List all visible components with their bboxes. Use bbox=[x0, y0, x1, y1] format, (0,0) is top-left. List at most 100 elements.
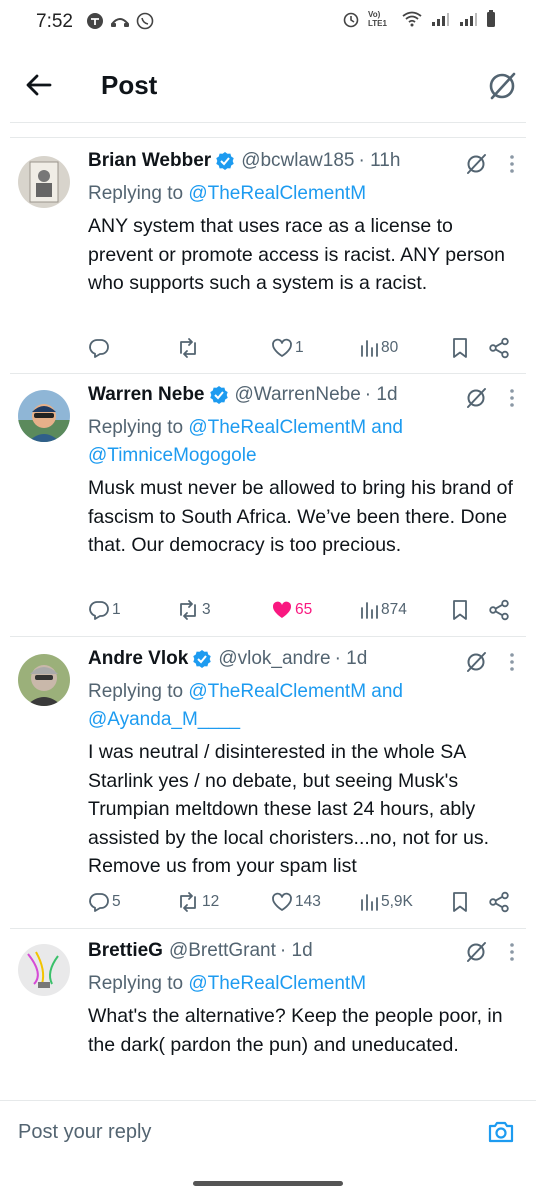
repost-count: 12 bbox=[202, 893, 220, 910]
user-handle[interactable]: @WarrenNebe bbox=[235, 384, 361, 406]
replying-to: Replying to @TheRealClementM bbox=[88, 970, 522, 998]
share-button[interactable] bbox=[488, 888, 510, 916]
share-button[interactable] bbox=[488, 596, 510, 624]
header-divider bbox=[10, 122, 526, 123]
display-name[interactable]: Warren Nebe bbox=[88, 384, 205, 406]
grok-explain-icon[interactable] bbox=[464, 152, 488, 176]
more-options-icon[interactable] bbox=[502, 650, 522, 674]
bookmark-button[interactable] bbox=[450, 596, 470, 624]
avatar[interactable] bbox=[18, 654, 70, 706]
post-time: · 1d bbox=[364, 384, 398, 405]
views-button[interactable]: 5,9K bbox=[359, 888, 413, 916]
back-arrow-icon[interactable] bbox=[22, 68, 56, 102]
reply-button[interactable]: 5 bbox=[88, 888, 121, 916]
repost-icon bbox=[180, 338, 196, 358]
views-icon bbox=[361, 602, 378, 619]
share-icon bbox=[489, 337, 509, 359]
mention-link[interactable]: @Ayanda_M____ bbox=[88, 709, 240, 730]
share-button[interactable] bbox=[488, 334, 510, 362]
action-bar: 1 80 bbox=[88, 334, 520, 362]
camera-icon[interactable] bbox=[486, 1117, 516, 1147]
reply-text: What's the alternative? Keep the people … bbox=[88, 1005, 503, 1056]
display-name[interactable]: Andre Vlok bbox=[88, 648, 188, 670]
reply-divider bbox=[10, 636, 526, 637]
grok-explain-icon[interactable] bbox=[464, 386, 488, 410]
repost-button[interactable] bbox=[176, 334, 202, 362]
grok-icon[interactable] bbox=[484, 68, 520, 104]
reply-divider bbox=[10, 373, 526, 374]
status-bar: 7:52 Vo) LTE1 bbox=[0, 0, 536, 44]
mention-link[interactable]: @TheRealClementM and bbox=[188, 417, 403, 438]
more-options-icon[interactable] bbox=[502, 940, 522, 964]
reply-item[interactable]: Warren Nebe @WarrenNebe · 1d Replying to… bbox=[0, 382, 536, 632]
action-bar: 5 12 143 5,9K bbox=[88, 888, 520, 916]
display-name[interactable]: BrettieG bbox=[88, 940, 163, 962]
like-button[interactable]: 143 bbox=[271, 888, 321, 916]
wifi-icon bbox=[402, 11, 422, 27]
volte-label: Vo) LTE1 bbox=[368, 10, 387, 28]
mention-link[interactable]: @TheRealClementM and bbox=[188, 681, 403, 702]
avatar[interactable] bbox=[18, 156, 70, 208]
reply-text: ANY system that uses race as a license t… bbox=[88, 215, 505, 294]
replying-prefix: Replying to bbox=[88, 973, 189, 994]
reply-button[interactable] bbox=[88, 334, 112, 362]
reply-count: 1 bbox=[112, 601, 121, 618]
more-options-icon[interactable] bbox=[502, 152, 522, 176]
repost-button[interactable]: 3 bbox=[176, 596, 211, 624]
signal-1-icon bbox=[432, 13, 449, 26]
reply-icon bbox=[89, 893, 109, 912]
bookmark-button[interactable] bbox=[450, 888, 470, 916]
avatar[interactable] bbox=[18, 390, 70, 442]
repost-button[interactable]: 12 bbox=[176, 888, 219, 916]
alarm-icon bbox=[343, 12, 359, 28]
share-icon bbox=[489, 599, 509, 621]
post-time: · 11h bbox=[358, 150, 401, 171]
user-handle[interactable]: @bcwlaw185 bbox=[241, 150, 354, 172]
reply-composer: Post your reply bbox=[0, 1100, 536, 1166]
status-time: 7:52 bbox=[36, 11, 73, 32]
replying-prefix: Replying to bbox=[88, 183, 189, 204]
heart-icon bbox=[272, 892, 292, 911]
reply-input[interactable]: Post your reply bbox=[18, 1121, 151, 1144]
grok-explain-icon[interactable] bbox=[464, 650, 488, 674]
views-button[interactable]: 874 bbox=[359, 596, 407, 624]
reply-item[interactable]: Andre Vlok @vlok_andre · 1d Replying to … bbox=[0, 646, 536, 926]
views-button[interactable]: 80 bbox=[359, 334, 398, 362]
verified-badge-icon bbox=[209, 386, 228, 404]
home-indicator[interactable] bbox=[193, 1181, 343, 1186]
post-time: · 1d bbox=[279, 940, 313, 961]
post-time: · 1d bbox=[334, 648, 368, 669]
reply-divider bbox=[10, 137, 526, 138]
replying-to: Replying to @TheRealClementM bbox=[88, 180, 522, 208]
app-header: Post bbox=[0, 44, 536, 124]
user-handle[interactable]: @vlok_andre bbox=[218, 648, 330, 670]
like-button[interactable]: 65 bbox=[271, 596, 312, 624]
reply-item[interactable]: BrettieG @BrettGrant · 1d Replying to @T… bbox=[0, 938, 536, 1098]
repost-icon bbox=[180, 600, 196, 620]
verified-badge-icon bbox=[193, 650, 212, 668]
like-button[interactable]: 1 bbox=[271, 334, 304, 362]
mention-link[interactable]: @TheRealClementM bbox=[188, 973, 366, 994]
like-count: 1 bbox=[295, 339, 304, 356]
grok-explain-icon[interactable] bbox=[464, 940, 488, 964]
reply-count: 5 bbox=[112, 893, 121, 910]
user-handle[interactable]: @BrettGrant bbox=[169, 940, 276, 962]
avatar[interactable] bbox=[18, 944, 70, 996]
like-count: 143 bbox=[295, 893, 321, 910]
display-name[interactable]: Brian Webber bbox=[88, 150, 211, 172]
bookmark-icon bbox=[453, 892, 467, 912]
missed-call-icon bbox=[111, 18, 129, 27]
reply-text: I was neutral / disinterested in the who… bbox=[88, 741, 490, 877]
mention-link[interactable]: @TimniceMogogole bbox=[88, 445, 257, 466]
like-count: 65 bbox=[295, 601, 313, 618]
verified-badge-icon bbox=[216, 152, 234, 170]
mention-link[interactable]: @TheRealClementM bbox=[188, 183, 366, 204]
bookmark-button[interactable] bbox=[450, 334, 470, 362]
app-notification-icon bbox=[87, 13, 103, 29]
signal-2-icon bbox=[460, 13, 477, 26]
reply-item[interactable]: Brian Webber @bcwlaw185 · 11h Replying t… bbox=[0, 148, 536, 368]
reply-icon bbox=[89, 601, 109, 620]
more-options-icon[interactable] bbox=[502, 386, 522, 410]
repost-count: 3 bbox=[202, 601, 211, 618]
reply-button[interactable]: 1 bbox=[88, 596, 121, 624]
